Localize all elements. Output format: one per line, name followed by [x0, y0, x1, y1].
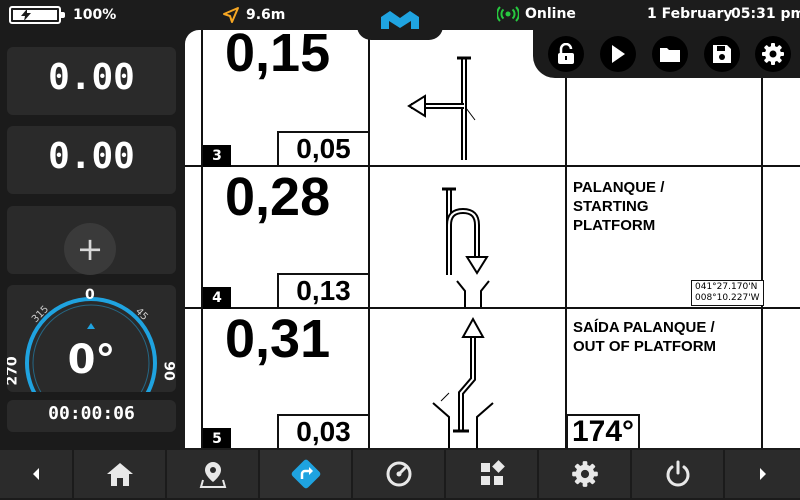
clock-display: 05:31 pm	[731, 6, 800, 22]
total-distance: 0,31	[225, 309, 331, 369]
nav-back-button[interactable]	[0, 450, 72, 498]
app-screen: 100% 9.6m Online 1 February 05:31 pm 0.0…	[0, 0, 800, 500]
unlock-icon	[558, 43, 574, 64]
connection-indicator: Online	[497, 6, 576, 22]
partial-distance: 0,13	[277, 273, 370, 309]
counter-card-2[interactable]: 0.00	[7, 126, 176, 194]
gear-icon	[571, 461, 598, 487]
counter-value-1: 0.00	[48, 57, 135, 98]
counter-card-1[interactable]: 0.00	[7, 47, 176, 115]
compass-label-n: 0	[85, 287, 95, 303]
gps-coordinates: 041°27.170'N 008°10.227'W	[691, 280, 764, 306]
timer-card[interactable]: 00:00:06	[7, 400, 176, 432]
timer-value: 00:00:06	[48, 403, 135, 424]
compass-card: 0 315 45 270 90 0°	[7, 285, 176, 392]
nav-home-button[interactable]	[74, 450, 165, 498]
signal-icon	[497, 6, 519, 22]
battery-icon	[9, 6, 65, 24]
counter-value-2: 0.00	[48, 136, 135, 177]
brand-logo[interactable]	[357, 0, 443, 40]
chevron-right-icon	[759, 468, 766, 480]
date-display: 1 February	[647, 6, 733, 22]
tulip-diagram-u-turn-icon	[442, 187, 490, 307]
power-icon	[666, 460, 689, 487]
step-number: 4	[203, 287, 231, 309]
tulip-diagram-straight-icon	[432, 316, 494, 448]
gear-icon	[762, 43, 784, 65]
distance-indicator: 9.6m	[222, 6, 285, 24]
add-widget-button[interactable]: +	[64, 223, 116, 275]
partial-distance: 0,03	[277, 414, 370, 448]
nav-settings-button[interactable]	[539, 450, 630, 498]
total-distance: 0,28	[225, 167, 331, 227]
nav-dashboard-button[interactable]	[353, 450, 444, 498]
play-icon	[612, 45, 625, 63]
nav-power-button[interactable]	[632, 450, 723, 498]
charging-bolt-icon	[21, 9, 31, 21]
total-distance: 0,15	[225, 30, 331, 83]
play-button[interactable]	[600, 36, 636, 72]
partial-distance: 0,05	[277, 131, 370, 167]
logo-icon	[381, 11, 419, 29]
left-panel: 0.00 0.00 + 0 315 45 270 90 0° 00:00:06	[0, 30, 185, 448]
roadbook-toolbar	[533, 30, 800, 78]
save-button[interactable]	[704, 36, 740, 72]
instruction-notes: PALANQUE / STARTING PLATFORM	[573, 179, 665, 234]
connection-status: Online	[525, 6, 576, 22]
chevron-left-icon	[33, 468, 39, 480]
nav-forward-button[interactable]	[725, 450, 800, 498]
map-pin-icon	[199, 462, 226, 488]
route-icon	[291, 459, 320, 489]
folder-icon	[660, 48, 680, 62]
lock-button[interactable]	[548, 36, 584, 72]
nav-widgets-button[interactable]	[446, 450, 537, 498]
heading-cap: 174°	[566, 414, 641, 448]
battery-percent: 100%	[73, 7, 117, 23]
add-widget-card: +	[7, 206, 176, 275]
home-icon	[106, 463, 133, 486]
heading-marker-icon	[87, 323, 95, 329]
step-number: 3	[203, 145, 231, 167]
distance-value: 9.6m	[246, 7, 286, 23]
battery-indicator: 100%	[9, 6, 116, 24]
settings-button[interactable]	[755, 36, 791, 72]
nav-roadbook-button[interactable]	[260, 450, 351, 498]
save-icon	[713, 45, 731, 63]
nav-map-button[interactable]	[167, 450, 258, 498]
compass-heading: 0°	[67, 337, 116, 383]
navigation-arrow-icon	[223, 7, 239, 23]
step-number: 5	[203, 428, 231, 448]
roadbook-panel[interactable]: 0,15 0,05 3 0,28 0,13 4 PALANQUE / START…	[185, 30, 800, 448]
widgets-icon	[480, 460, 505, 485]
gauge-icon	[386, 461, 411, 487]
open-folder-button[interactable]	[652, 36, 688, 72]
instruction-notes: SAÍDA PALANQUE / OUT OF PLATFORM	[573, 319, 717, 355]
bottom-navigation	[0, 448, 800, 500]
